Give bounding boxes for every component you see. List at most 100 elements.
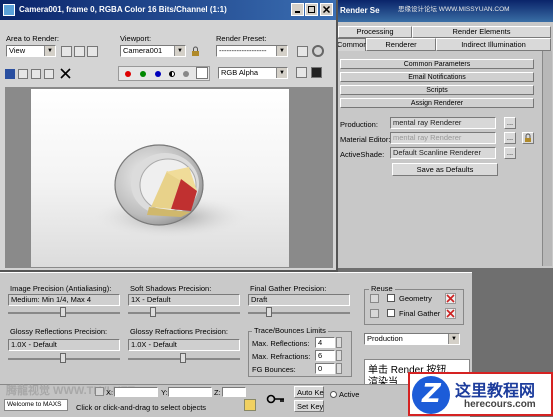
glossy-reflections-label: Glossy Reflections Precision: — [10, 327, 108, 336]
logo-url: herecours.com — [464, 399, 536, 410]
minimize-button[interactable] — [291, 3, 304, 16]
lock-icon[interactable] — [522, 132, 534, 144]
crop-region-icon[interactable] — [87, 46, 98, 57]
soft-shadows-value: 1X - Default — [131, 295, 171, 304]
glossy-refractions-thumb[interactable] — [180, 353, 186, 363]
copy-image-icon[interactable] — [18, 69, 28, 79]
render-preset-dropdown[interactable]: ------------------- ▼ — [216, 45, 288, 57]
logo-badge: Z — [412, 376, 450, 414]
rollout-assign-renderer-label: Assign Renderer — [410, 100, 464, 107]
channel-display-value: RGB Alpha — [221, 68, 259, 77]
glossy-reflections-thumb[interactable] — [60, 353, 66, 363]
geometry-label: Geometry — [399, 294, 432, 303]
activeshade-choose-button[interactable]: ... — [504, 147, 516, 159]
reuse-geometry-lock-icon[interactable] — [370, 294, 379, 303]
toggle-ui-icon[interactable] — [296, 67, 307, 78]
set-key-button[interactable]: Set Key — [294, 400, 324, 412]
z-coordinate-field[interactable] — [222, 387, 246, 397]
preset-mode-dropdown[interactable]: Production ▼ — [364, 333, 460, 345]
render-setup-titlebar[interactable]: Render Se 思缘设计论坛 WWW.MISSYUAN.COM — [336, 0, 553, 22]
soft-shadows-slider[interactable] — [128, 307, 240, 321]
area-to-render-dropdown[interactable]: View ▼ — [6, 45, 56, 57]
fg-bounces-spinner[interactable] — [336, 363, 342, 374]
max-reflections-input[interactable]: 4 — [315, 337, 335, 348]
final-gather-checkbox[interactable] — [387, 309, 395, 317]
save-image-icon[interactable] — [5, 69, 15, 79]
glossy-refractions-slider[interactable] — [128, 353, 240, 367]
tab-common[interactable]: Common — [336, 38, 367, 51]
x-coordinate-field[interactable] — [114, 387, 158, 397]
material-editor-choose-button[interactable]: ... — [504, 132, 516, 144]
image-precision-slider[interactable] — [8, 307, 120, 321]
y-coordinate-field[interactable] — [168, 387, 212, 397]
chevron-down-icon: ▼ — [44, 46, 55, 56]
toggle-overlay-icon[interactable] — [311, 67, 322, 78]
final-gather-clear-icon[interactable] — [445, 308, 456, 319]
green-channel-icon[interactable] — [140, 71, 146, 77]
activeshade-renderer-field: Default Scanline Renderer — [390, 147, 496, 159]
glossy-reflections-slider[interactable] — [8, 353, 120, 367]
print-image-icon[interactable] — [44, 69, 54, 79]
auto-region-icon[interactable] — [74, 46, 85, 57]
viewport-lock-icon[interactable] — [190, 46, 201, 57]
production-choose-button[interactable]: ... — [504, 117, 516, 129]
blue-channel-icon[interactable] — [155, 71, 161, 77]
soft-shadows-thumb[interactable] — [150, 307, 156, 317]
geometry-checkbox[interactable] — [387, 294, 395, 302]
max-refractions-spinner[interactable] — [336, 350, 342, 361]
chevron-down-icon: ▼ — [174, 46, 185, 56]
close-icon — [322, 5, 331, 14]
rollout-common-parameters-label: Common Parameters — [403, 61, 471, 68]
active-radio[interactable] — [330, 391, 337, 398]
render-setup-scrollbar[interactable] — [542, 51, 552, 266]
viewport-dropdown[interactable]: Camera001 ▼ — [120, 45, 186, 57]
reuse-fg-lock-icon[interactable] — [370, 309, 379, 318]
maximize-button[interactable] — [305, 3, 318, 16]
environment-icon[interactable] — [312, 45, 324, 57]
auto-key-button[interactable]: Auto Ke — [294, 386, 324, 398]
rollout-scripts[interactable]: Scripts — [340, 85, 534, 95]
clear-icon[interactable] — [60, 68, 71, 79]
rollout-assign-renderer[interactable]: Assign Renderer — [340, 98, 534, 108]
geometry-clear-icon[interactable] — [445, 293, 456, 304]
final-gather-precision-value: Draft — [251, 295, 268, 304]
production-renderer-field: mental ray Renderer — [390, 117, 496, 129]
red-channel-icon[interactable] — [125, 71, 131, 77]
channel-display-dropdown[interactable]: RGB Alpha ▼ — [218, 67, 288, 79]
edit-region-icon[interactable] — [61, 46, 72, 57]
monochrome-icon[interactable] — [183, 71, 189, 77]
close-button[interactable] — [320, 3, 333, 16]
color-swatch[interactable] — [196, 67, 208, 79]
frame-window-title: Camera001, frame 0, RGBA Color 16 Bits/C… — [19, 5, 227, 14]
y-label: Y: — [161, 388, 168, 397]
render-setup-icon[interactable] — [297, 46, 308, 57]
tab-indirect-illumination[interactable]: Indirect Illumination — [436, 38, 551, 51]
render-setup-title: Render Se — [340, 6, 380, 15]
trace-limits-label: Trace/Bounces Limits — [252, 326, 328, 335]
rollout-email-notifications[interactable]: Email Notifications — [340, 72, 534, 82]
logo-letter: Z — [422, 379, 441, 409]
selection-lock-icon[interactable] — [95, 387, 104, 396]
max-reflections-spinner[interactable] — [336, 337, 342, 348]
frame-titlebar[interactable]: Camera001, frame 0, RGBA Color 16 Bits/C… — [0, 0, 336, 20]
tab-render-elements[interactable]: Render Elements — [412, 26, 551, 38]
fg-bounces-input[interactable]: 0 — [315, 363, 335, 374]
save-as-defaults-button[interactable]: Save as Defaults — [392, 163, 498, 176]
clone-window-icon[interactable] — [31, 69, 41, 79]
time-tag-icon[interactable] — [244, 399, 256, 411]
max-reflections-value: 4 — [318, 338, 323, 347]
final-gather-slider[interactable] — [248, 307, 350, 321]
tab-renderer[interactable]: Renderer — [366, 38, 436, 51]
logo-title: 这里教程网 — [455, 383, 536, 400]
tab-processing[interactable]: Processing — [338, 26, 412, 38]
render-setup-content: Common Parameters Email Notifications Sc… — [338, 51, 540, 266]
key-icon[interactable] — [266, 393, 286, 405]
material-editor-renderer-value: mental ray Renderer — [393, 133, 462, 142]
max-refractions-input[interactable]: 6 — [315, 350, 335, 361]
rollout-common-parameters[interactable]: Common Parameters — [340, 59, 534, 69]
image-precision-thumb[interactable] — [60, 307, 66, 317]
rollout-scripts-label: Scripts — [426, 87, 448, 94]
alpha-channel-icon[interactable] — [169, 71, 175, 77]
final-gather-thumb[interactable] — [266, 307, 272, 317]
rendered-frame-window: Camera001, frame 0, RGBA Color 16 Bits/C… — [0, 0, 338, 272]
